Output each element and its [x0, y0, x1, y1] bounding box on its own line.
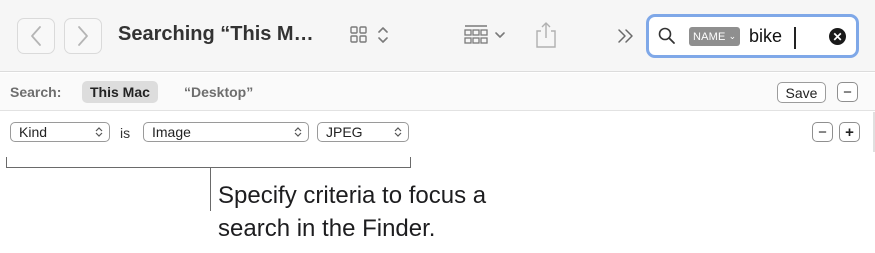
magnifier-icon: [658, 27, 675, 44]
type-value: JPEG: [326, 124, 363, 140]
add-criteria-button[interactable]: +: [839, 122, 860, 142]
share-icon: [536, 22, 556, 48]
kind-value: Image: [152, 124, 191, 140]
text-cursor: [794, 27, 796, 49]
chevron-left-icon: [31, 26, 41, 46]
updown-chevron-icon: [95, 127, 103, 137]
remove-scope-button[interactable]: −: [837, 82, 858, 102]
search-field[interactable]: NAME ⌄ bike ✕: [646, 14, 859, 58]
search-criteria-row: Kind is Image JPEG − +: [0, 112, 875, 152]
view-options-button[interactable]: [349, 25, 390, 45]
callout-text: Specify criteria to focus a search in th…: [218, 179, 486, 245]
updown-chevron-icon: [378, 27, 388, 43]
attribute-value: Kind: [19, 124, 48, 140]
group-by-button[interactable]: [463, 23, 506, 47]
overflow-chevrons-icon: [618, 29, 633, 43]
callout-line-2: search in the Finder.: [218, 215, 436, 242]
group-by-icon: [464, 25, 488, 44]
chevron-down-icon: [495, 32, 505, 38]
search-token-name[interactable]: NAME ⌄: [689, 27, 741, 46]
clear-icon[interactable]: ✕: [829, 28, 846, 45]
toolbar-overflow-button[interactable]: [616, 27, 636, 45]
operator-label: is: [120, 125, 131, 141]
search-scope-bar: Search: This Mac “Desktop” Save −: [0, 73, 875, 111]
callout-bracket: [6, 157, 411, 168]
forward-button[interactable]: [64, 18, 102, 54]
attribute-popup[interactable]: Kind: [10, 122, 110, 142]
remove-criteria-button[interactable]: −: [812, 122, 833, 142]
save-search-button[interactable]: Save: [777, 82, 826, 103]
callout-line-1: Specify criteria to focus a: [218, 182, 487, 209]
search-input[interactable]: bike: [749, 26, 782, 47]
updown-chevron-icon: [394, 127, 402, 137]
type-value-popup[interactable]: JPEG: [317, 122, 409, 142]
window-title: Searching “This M…: [118, 23, 314, 45]
finder-window: Searching “This M… NAME ⌄ bike ✕ Search:…: [0, 0, 875, 153]
chevron-down-icon: ⌄: [728, 31, 737, 41]
updown-chevron-icon: [294, 127, 302, 137]
kind-value-popup[interactable]: Image: [143, 122, 309, 142]
callout-leader-line: [210, 168, 211, 211]
grid-view-icon: [350, 26, 367, 43]
search-token-label: NAME: [693, 30, 726, 43]
scope-label: Search:: [10, 84, 62, 100]
scope-this-mac[interactable]: This Mac: [82, 81, 158, 103]
chevron-right-icon: [78, 26, 88, 46]
share-button[interactable]: [535, 21, 557, 49]
back-button[interactable]: [17, 18, 55, 54]
scope-desktop[interactable]: “Desktop”: [184, 84, 253, 100]
toolbar: Searching “This M… NAME ⌄ bike ✕: [0, 0, 875, 72]
